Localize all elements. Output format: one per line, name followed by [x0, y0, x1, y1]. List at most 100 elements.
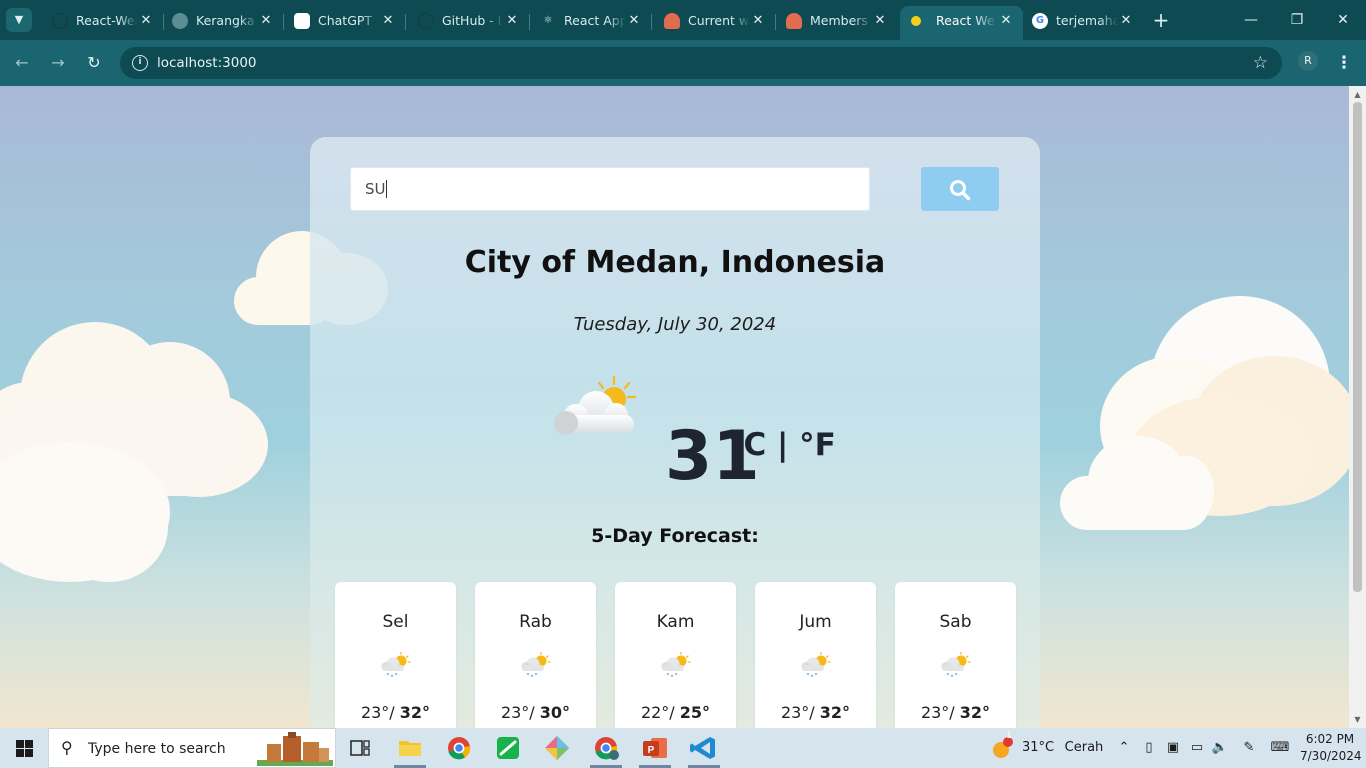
search-icon	[950, 180, 971, 201]
forecast-max-temp: 30°	[539, 703, 571, 722]
tab-kerangka[interactable]: Kerangka ✕	[160, 6, 284, 36]
tab-close-icon[interactable]: ✕	[503, 12, 521, 30]
tab-github[interactable]: GitHub - l ✕	[406, 6, 530, 36]
forward-arrow-icon[interactable]: →	[46, 51, 70, 75]
network-icon[interactable]: ▣	[1163, 728, 1183, 768]
taskbar-search-box[interactable]: ⚲ Type here to search	[48, 728, 336, 768]
tab-close-icon[interactable]: ✕	[871, 12, 889, 30]
url-text[interactable]: localhost:3000	[157, 55, 257, 71]
powerpoint-icon[interactable]: P	[631, 728, 679, 768]
battery-icon[interactable]: ▭	[1187, 728, 1207, 768]
text-cursor	[386, 180, 387, 198]
tab-title: React App	[564, 13, 626, 28]
scroll-up-arrow-icon[interactable]: ▲	[1352, 89, 1363, 100]
bookmark-star-icon[interactable]: ☆	[1253, 53, 1268, 73]
forecast-day-card: Kam 22°/ 25°	[615, 582, 736, 728]
close-window-button[interactable]: ✕	[1320, 0, 1366, 40]
tab-react-weather-active[interactable]: React We ✕	[900, 6, 1023, 40]
cloud-decoration	[1060, 296, 1349, 536]
taskbar-search-placeholder: Type here to search	[88, 741, 226, 757]
tab-search-chevron-icon[interactable]: ▼	[6, 8, 32, 32]
svg-text:P: P	[648, 745, 655, 756]
city-search-input[interactable]	[350, 167, 870, 211]
vscode-icon[interactable]	[680, 728, 728, 768]
tab-react-app[interactable]: ⚛ React App ✕	[528, 6, 652, 36]
reload-icon[interactable]: ↻	[82, 51, 106, 75]
green-app-icon[interactable]	[484, 728, 532, 768]
rain-sun-icon	[381, 652, 411, 677]
address-bar[interactable]: i localhost:3000 ☆	[120, 47, 1282, 79]
file-explorer-icon[interactable]	[386, 728, 434, 768]
tab-close-icon[interactable]: ✕	[137, 12, 155, 30]
forecast-max-temp: 25°	[679, 703, 711, 722]
clock-time: 6:02 PM	[1305, 732, 1355, 746]
react-icon: ⚛	[543, 15, 553, 26]
github-icon	[52, 13, 68, 29]
tab-members[interactable]: Members ✕	[774, 6, 897, 36]
taskbar-clock[interactable]: 6:02 PM 7/30/2024	[1300, 731, 1362, 765]
browser-menu-icon[interactable]: ⋮	[1334, 51, 1354, 75]
scroll-down-arrow-icon[interactable]: ▼	[1352, 714, 1363, 725]
temperature-unit-toggle[interactable]: °C | °F	[728, 427, 836, 463]
forecast-max-temp: 32°	[959, 703, 991, 722]
forecast-day-card: Sel 23°/ 32°	[335, 582, 456, 728]
device-icon[interactable]: ▯	[1140, 728, 1158, 768]
forecast-temp-range: 23°/ 32°	[755, 703, 876, 722]
tab-current-weather[interactable]: Current w ✕	[652, 6, 776, 36]
new-tab-button[interactable]: +	[1150, 9, 1172, 31]
browser-toolbar: ← → ↻ i localhost:3000 ☆ R ⋮	[0, 40, 1366, 86]
forecast-day-name: Sel	[382, 612, 409, 632]
clock-date: 7/30/2024	[1300, 749, 1362, 763]
forecast-day-name: Jum	[799, 612, 832, 632]
profile-avatar[interactable]: R	[1298, 51, 1318, 71]
forecast-min-temp: 23°/	[360, 703, 395, 722]
tab-close-icon[interactable]: ✕	[379, 12, 397, 30]
scrollbar-thumb[interactable]	[1353, 102, 1362, 592]
restore-button[interactable]: ❐	[1274, 0, 1320, 40]
site-info-icon[interactable]: i	[132, 55, 148, 71]
search-button[interactable]	[921, 167, 999, 211]
forecast-temp-range: 23°/ 32°	[335, 703, 456, 722]
forecast-day-card: Jum 23°/ 32°	[755, 582, 876, 728]
minimize-button[interactable]: —	[1228, 0, 1274, 40]
forecast-temp-range: 22°/ 25°	[615, 703, 736, 722]
tab-close-icon[interactable]: ✕	[257, 12, 275, 30]
keyboard-icon[interactable]: ⌨	[1268, 728, 1292, 768]
forecast-day-card: Sab 23°/ 32°	[895, 582, 1016, 728]
tab-terjemahan[interactable]: G terjemaha ✕	[1020, 6, 1143, 36]
tab-title: GitHub - l	[442, 13, 502, 28]
page-viewport: City of Medan, Indonesia Tuesday, July 3…	[0, 86, 1349, 728]
page-scrollbar[interactable]: ▲ ▼	[1349, 86, 1366, 728]
chrome-profile-icon[interactable]	[582, 728, 630, 768]
rain-sun-icon	[521, 652, 551, 677]
tab-title: Current w	[688, 13, 750, 28]
taskbar-weather-temp[interactable]: 31°C	[1020, 728, 1056, 768]
windows-taskbar: ⚲ Type here to search P 1 31°C Cerah ⌃ ▯…	[0, 728, 1366, 768]
forecast-day-name: Sab	[939, 612, 972, 632]
volume-icon[interactable]: 🔈	[1210, 728, 1230, 768]
tab-title: Kerangka	[196, 13, 255, 28]
color-app-icon[interactable]	[533, 728, 581, 768]
back-arrow-icon[interactable]: ←	[10, 51, 34, 75]
show-hidden-icons-chevron-icon[interactable]: ⌃	[1114, 728, 1134, 768]
forecast-min-temp: 23°/	[500, 703, 535, 722]
tab-chatgpt[interactable]: ChatGPT ✕	[282, 6, 406, 36]
taskbar-weather-desc[interactable]: Cerah	[1062, 728, 1106, 768]
globe-icon	[172, 13, 188, 29]
city-name: City of Medan, Indonesia	[464, 245, 886, 280]
weather-icon	[786, 13, 802, 29]
forecast-temp-range: 23°/ 30°	[475, 703, 596, 722]
chrome-icon[interactable]	[435, 728, 483, 768]
windows-start-icon[interactable]	[0, 728, 48, 768]
tab-react-weather-repo[interactable]: React-Weather-App ✕	[40, 6, 164, 36]
search-highlight-illustration	[257, 732, 333, 766]
pen-icon[interactable]: ✎	[1238, 728, 1260, 768]
weather-badge: 1	[1006, 731, 1012, 741]
tab-close-icon[interactable]: ✕	[749, 12, 767, 30]
task-view-icon[interactable]	[336, 728, 384, 768]
rain-sun-icon	[801, 652, 831, 677]
search-icon: ⚲	[61, 738, 73, 757]
tab-close-icon[interactable]: ✕	[997, 12, 1015, 30]
tab-close-icon[interactable]: ✕	[1117, 12, 1135, 30]
tab-close-icon[interactable]: ✕	[625, 12, 643, 30]
